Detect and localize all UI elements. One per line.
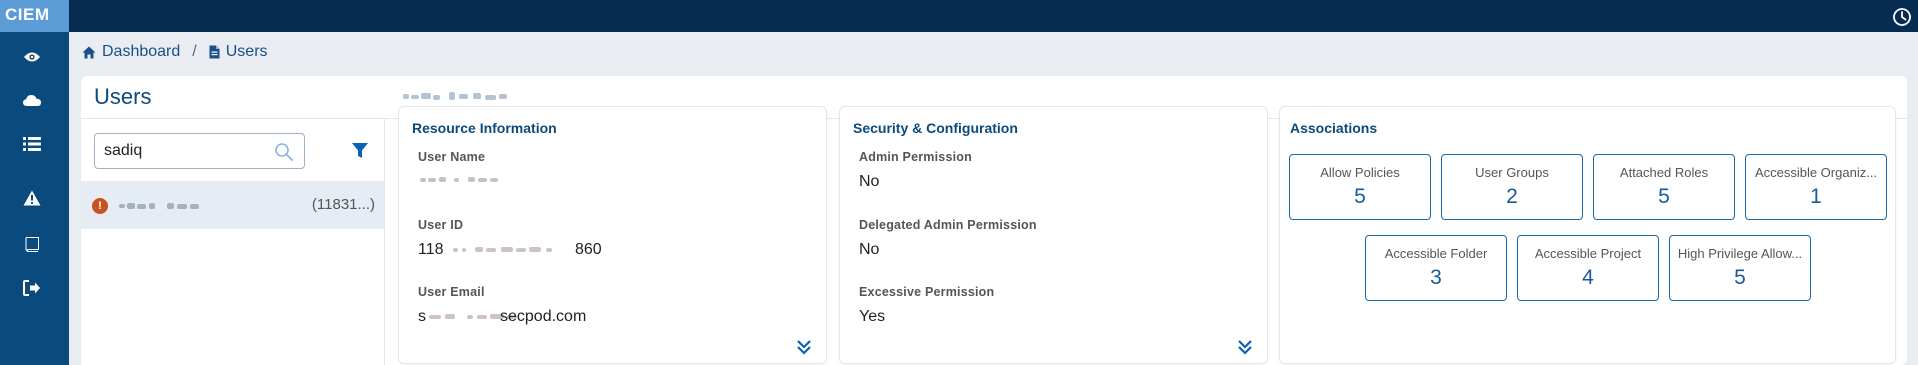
breadcrumb-users-label: Users — [225, 43, 268, 60]
user-id-suffix: 860 — [575, 241, 602, 258]
eye-icon[interactable] — [22, 47, 42, 67]
chevron-double-down-icon[interactable] — [1237, 339, 1253, 355]
search-box[interactable] — [94, 133, 305, 169]
tile-allow-policies[interactable]: Allow Policies 5 — [1289, 154, 1431, 220]
associations-title: Associations — [1290, 120, 1378, 136]
resource-information-title: Resource Information — [412, 120, 557, 136]
tile-label: High Privilege Allow... — [1677, 246, 1803, 261]
document-icon — [209, 45, 220, 59]
user-email-prefix: s — [418, 308, 426, 325]
warning-icon[interactable] — [22, 188, 42, 208]
chevron-double-down-icon[interactable] — [796, 339, 812, 355]
admin-permission-label: Admin Permission — [859, 150, 972, 164]
breadcrumb: Dashboard / Users — [82, 42, 268, 62]
security-configuration-card: Security & Configuration Admin Permissio… — [839, 106, 1268, 364]
filter-icon[interactable] — [351, 142, 369, 160]
sign-out-icon[interactable] — [22, 278, 42, 298]
tile-accessible-project[interactable]: Accessible Project 4 — [1517, 235, 1659, 301]
tile-label: Attached Roles — [1619, 165, 1709, 180]
app-logo[interactable]: CIEM — [0, 0, 69, 32]
user-id-prefix: 118 — [418, 241, 444, 258]
tile-value: 4 — [1582, 266, 1594, 289]
book-icon[interactable] — [22, 235, 42, 255]
associations-card: Associations Allow Policies 5 User Group… — [1279, 106, 1896, 364]
list-icon[interactable] — [22, 134, 42, 154]
tile-label: Accessible Project — [1534, 246, 1642, 261]
tile-accessible-folder[interactable]: Accessible Folder 3 — [1365, 235, 1507, 301]
tile-value: 5 — [1658, 185, 1670, 208]
tile-value: 3 — [1430, 266, 1442, 289]
selected-user-name-redacted — [403, 92, 507, 100]
tile-label: User Groups — [1475, 165, 1549, 180]
user-email-label: User Email — [418, 285, 485, 299]
tile-value: 5 — [1734, 266, 1746, 289]
delegated-admin-permission-label: Delegated Admin Permission — [859, 218, 1037, 232]
admin-permission-value: No — [859, 173, 880, 190]
list-item[interactable]: ! (11831...) — [81, 181, 384, 229]
security-configuration-title: Security & Configuration — [853, 120, 1018, 136]
clock-icon[interactable] — [1892, 7, 1912, 27]
search-input[interactable] — [104, 141, 264, 161]
page-title: Users — [94, 84, 152, 109]
tile-label: Accessible Folder — [1384, 246, 1488, 261]
list-item-id: (11831...) — [311, 196, 375, 213]
user-id-redacted — [453, 247, 552, 252]
breadcrumb-separator: / — [192, 43, 197, 60]
tile-value: 5 — [1354, 185, 1366, 208]
cloud-icon[interactable] — [22, 90, 42, 110]
user-id-label: User ID — [418, 218, 464, 232]
list-item-name-redacted — [119, 203, 199, 209]
delegated-admin-permission-value: No — [859, 241, 880, 258]
warning-status-icon: ! — [92, 198, 108, 214]
breadcrumb-dashboard-label: Dashboard — [102, 43, 181, 60]
user-name-label: User Name — [418, 150, 486, 164]
excessive-permission-label: Excessive Permission — [859, 285, 995, 299]
user-name-value-redacted — [420, 177, 498, 182]
user-email-suffix: secpod.com — [500, 308, 587, 325]
tile-label: Allow Policies — [1320, 165, 1400, 180]
tile-attached-roles[interactable]: Attached Roles 5 — [1593, 154, 1735, 220]
home-icon — [82, 46, 96, 58]
tile-value: 2 — [1506, 185, 1518, 208]
tile-user-groups[interactable]: User Groups 2 — [1441, 154, 1583, 220]
sidebar — [0, 32, 69, 365]
breadcrumb-users[interactable]: Users — [209, 43, 268, 61]
resource-information-card: Resource Information User Name User ID 1… — [398, 106, 827, 364]
tile-accessible-organizations[interactable]: Accessible Organiz... 1 — [1745, 154, 1887, 220]
breadcrumb-dashboard[interactable]: Dashboard — [82, 43, 180, 61]
tile-high-privilege-allow[interactable]: High Privilege Allow... 5 — [1669, 235, 1811, 301]
search-icon[interactable] — [274, 142, 294, 162]
top-bar: CIEM — [0, 0, 1918, 32]
tile-label: Accessible Organiz... — [1754, 165, 1878, 180]
excessive-permission-value: Yes — [859, 308, 886, 325]
tile-value: 1 — [1810, 185, 1822, 208]
